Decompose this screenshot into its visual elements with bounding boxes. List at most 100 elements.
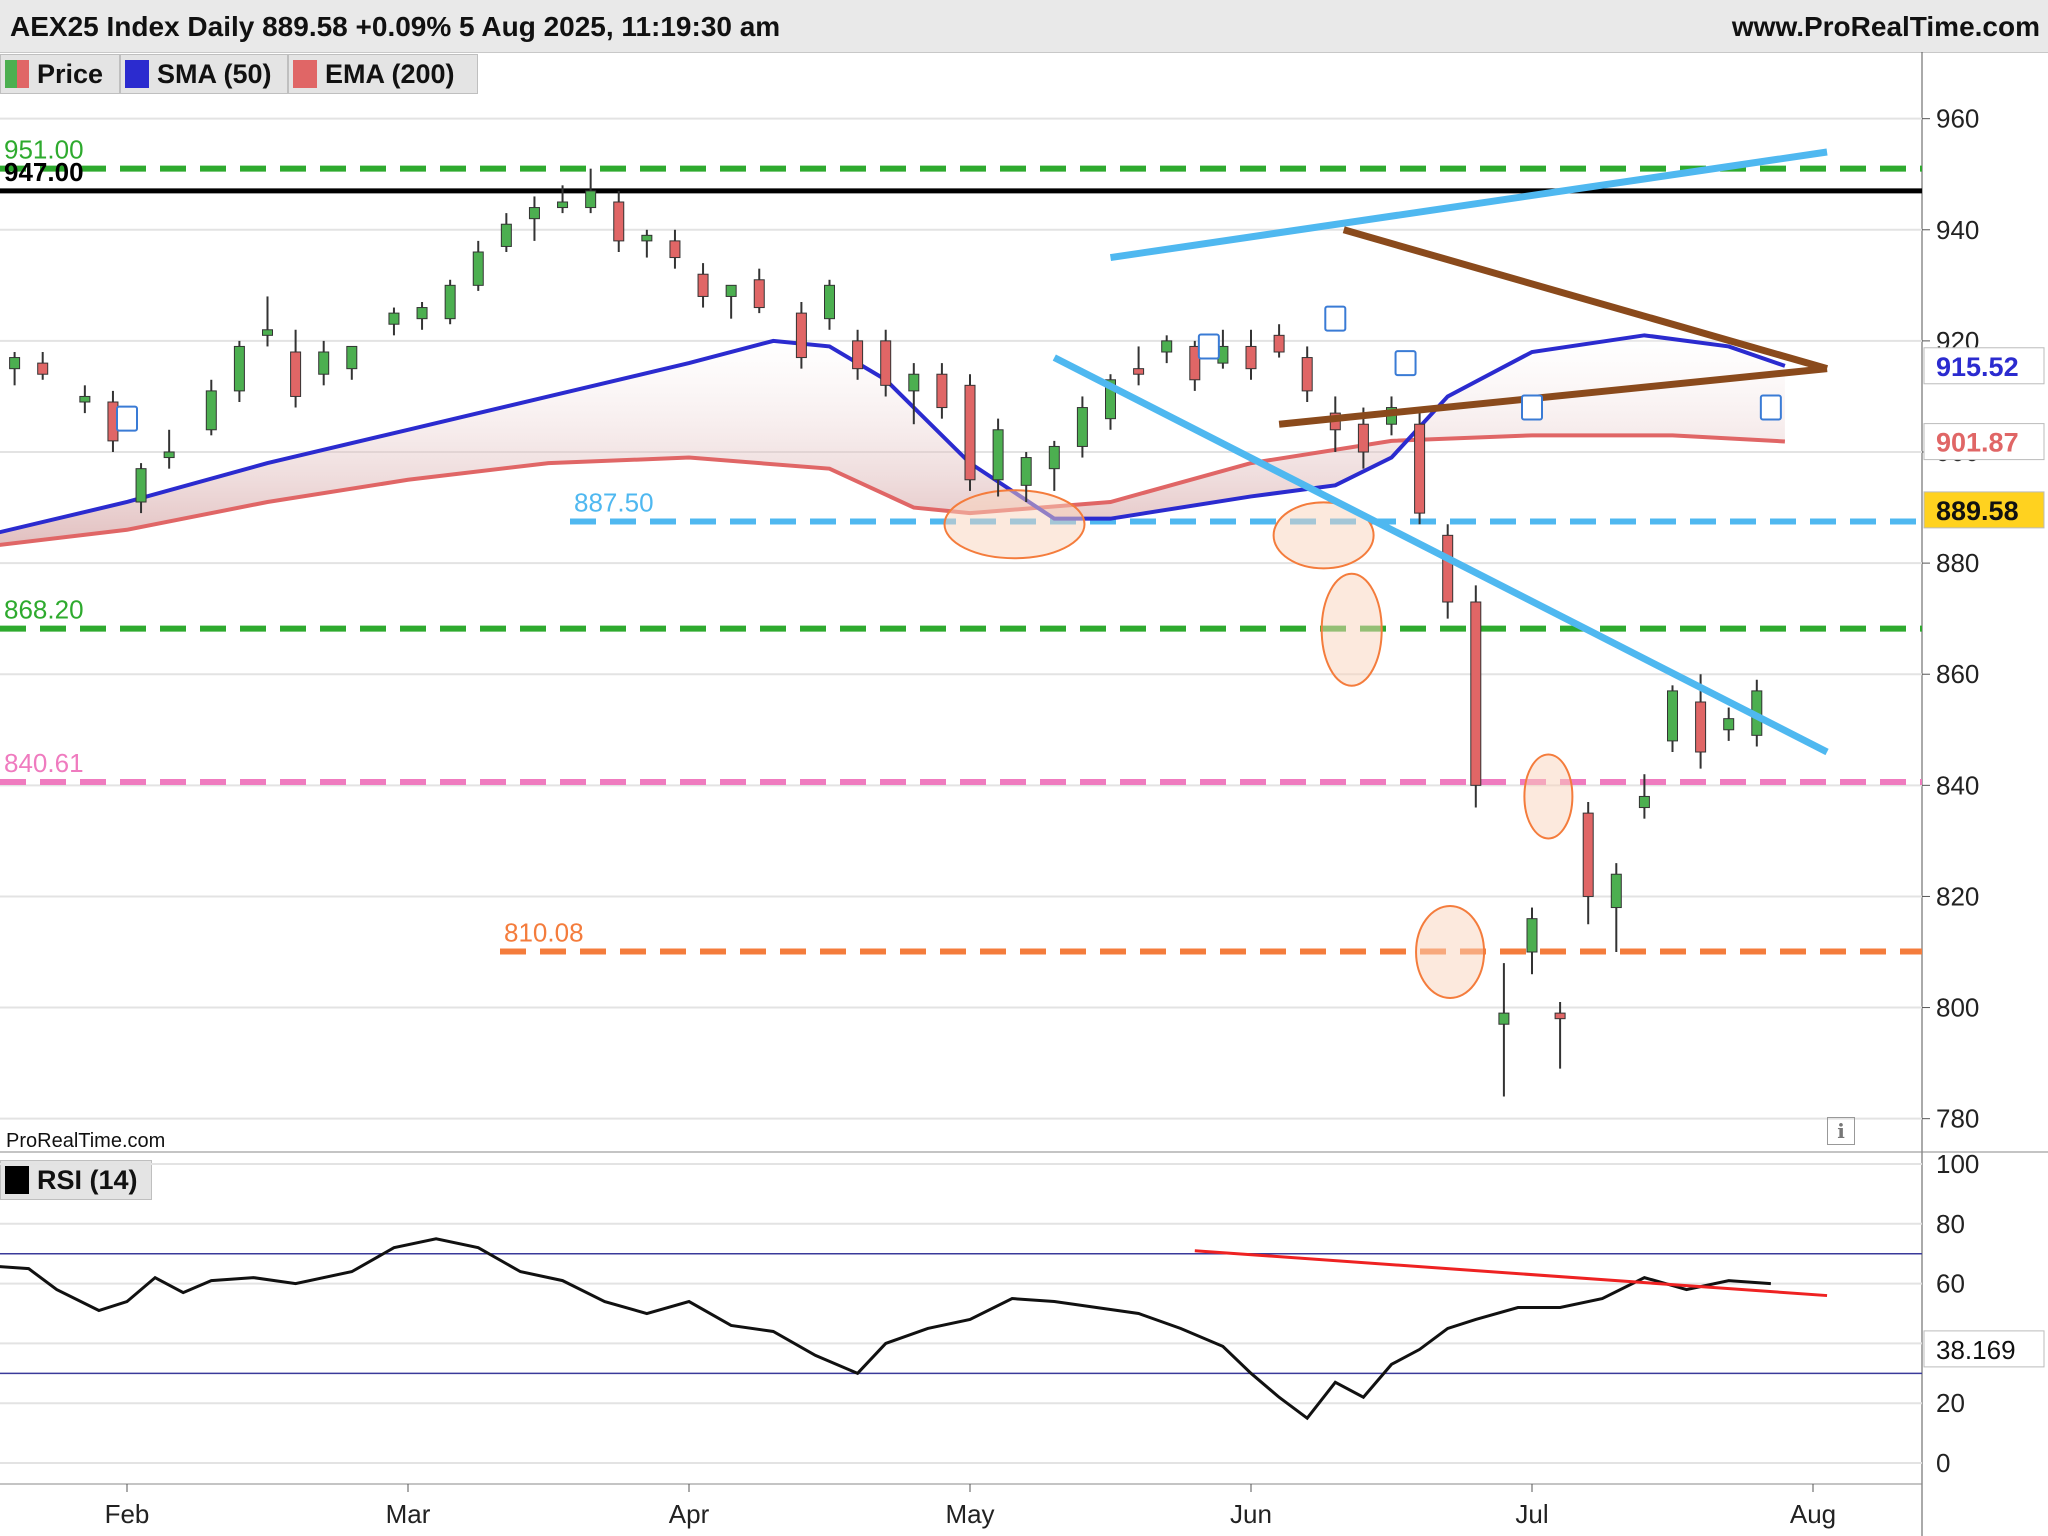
time-tick-label: Feb (105, 1499, 150, 1529)
time-tick-label: Mar (386, 1499, 431, 1529)
time-tick-label: Jul (1515, 1499, 1548, 1529)
candle-body (1076, 407, 1088, 447)
candle-body (908, 373, 920, 392)
rsi-tick-label: 80 (1936, 1209, 1965, 1239)
candle-body (697, 273, 709, 297)
candle-body (1498, 1012, 1510, 1025)
candle-body (753, 279, 765, 309)
candle-body (528, 207, 540, 220)
level-label: 810.08 (504, 918, 584, 948)
time-tick-label: Jun (1230, 1499, 1272, 1529)
candle-body (1442, 534, 1454, 603)
candle-body (992, 429, 1004, 481)
rsi-tick-label: 20 (1936, 1388, 1965, 1418)
candle-body (1357, 423, 1369, 453)
chart-canvas[interactable]: 7808008208408608809009209409600204060801… (0, 52, 2048, 1536)
candle-body (290, 351, 302, 397)
rsi-tick-label: 60 (1936, 1269, 1965, 1299)
time-tick-label: May (945, 1499, 994, 1529)
candle-body (233, 345, 245, 392)
note-icon (1394, 350, 1417, 377)
price-tick-label: 820 (1936, 881, 1979, 911)
price-tick-label: 960 (1936, 104, 1979, 134)
price-label: 901.87 (1936, 428, 2019, 458)
candle-body (9, 357, 21, 370)
note-icon (116, 405, 138, 432)
candle-body (1414, 423, 1426, 514)
level-label: 887.50 (574, 487, 654, 517)
candle-body (613, 201, 625, 242)
candle-body (388, 312, 400, 325)
time-tick-label: Apr (669, 1499, 710, 1529)
highlight-ellipse (1523, 753, 1574, 840)
candle-body (318, 351, 330, 375)
note-icon (1521, 394, 1543, 421)
candle-body (1526, 918, 1538, 953)
price-tick-label: 780 (1936, 1104, 1979, 1134)
highlight-ellipse (943, 489, 1086, 560)
note-icon (1324, 305, 1347, 332)
candle-body (135, 468, 147, 503)
candle-body (1695, 701, 1707, 753)
candle-body (936, 373, 948, 409)
candle-body (852, 340, 864, 370)
candle-body (795, 312, 807, 359)
candle-body (205, 390, 217, 431)
candle-body (79, 395, 91, 403)
candle-body (1610, 873, 1622, 909)
price-tick-label: 860 (1936, 659, 1979, 689)
level-label: 868.20 (4, 595, 84, 625)
candle-body (1582, 812, 1594, 897)
candle-body (725, 284, 737, 297)
level-label: 840.61 (4, 748, 84, 778)
price-label: 889.58 (1936, 496, 2019, 526)
candle-body (163, 451, 175, 459)
level-label: 947.00 (4, 157, 84, 187)
ma-cloud (0, 335, 1785, 545)
candle-body (964, 384, 976, 481)
site-link[interactable]: www.ProRealTime.com (1732, 11, 2040, 43)
price-tick-label: 940 (1936, 215, 1979, 245)
candle-body (262, 329, 273, 336)
candle-body (1301, 357, 1313, 392)
highlight-ellipse (1320, 572, 1383, 687)
rsi-line (0, 1237, 1771, 1421)
candle-body (500, 223, 512, 247)
candle-body (1048, 445, 1060, 470)
candle-body (1470, 601, 1482, 786)
watermark: ProRealTime.com (6, 1130, 166, 1152)
candle-body (669, 240, 681, 259)
note-icon (1759, 394, 1782, 421)
candle-body (472, 251, 484, 286)
price-tick-label: 800 (1936, 993, 1979, 1023)
candle-body (1667, 690, 1678, 742)
candle-body (557, 201, 569, 209)
rsi-last-label: 38.169 (1936, 1335, 2016, 1365)
info-icon[interactable]: i (1827, 1117, 1855, 1145)
candle-body (1020, 457, 1032, 486)
rsi-tick-label: 0 (1936, 1448, 1950, 1478)
chart-header: AEX25 Index Daily 889.58 +0.09% 5 Aug 20… (0, 0, 2048, 53)
candle-body (1245, 345, 1257, 370)
candle-body (585, 190, 597, 209)
candle-body (1133, 368, 1145, 375)
candle-body (444, 284, 456, 320)
rsi-divergence-line (1194, 1249, 1828, 1298)
candle-body (1273, 334, 1285, 353)
candle-body (1161, 340, 1173, 353)
time-tick-label: Aug (1790, 1499, 1836, 1529)
note-icon (1197, 333, 1220, 360)
candle-body (416, 307, 428, 320)
candle-body (1638, 795, 1650, 809)
candle-body (1554, 1012, 1566, 1020)
highlight-ellipse (1415, 905, 1486, 999)
candle-body (346, 345, 358, 370)
candle-body (1723, 718, 1735, 731)
candle-body (824, 284, 835, 320)
candle-body (641, 234, 653, 242)
price-label: 915.52 (1936, 352, 2019, 382)
chart-title: AEX25 Index Daily 889.58 +0.09% 5 Aug 20… (10, 11, 781, 42)
rsi-tick-label: 100 (1936, 1149, 1979, 1179)
price-tick-label: 880 (1936, 548, 1979, 578)
candle-body (37, 362, 49, 375)
